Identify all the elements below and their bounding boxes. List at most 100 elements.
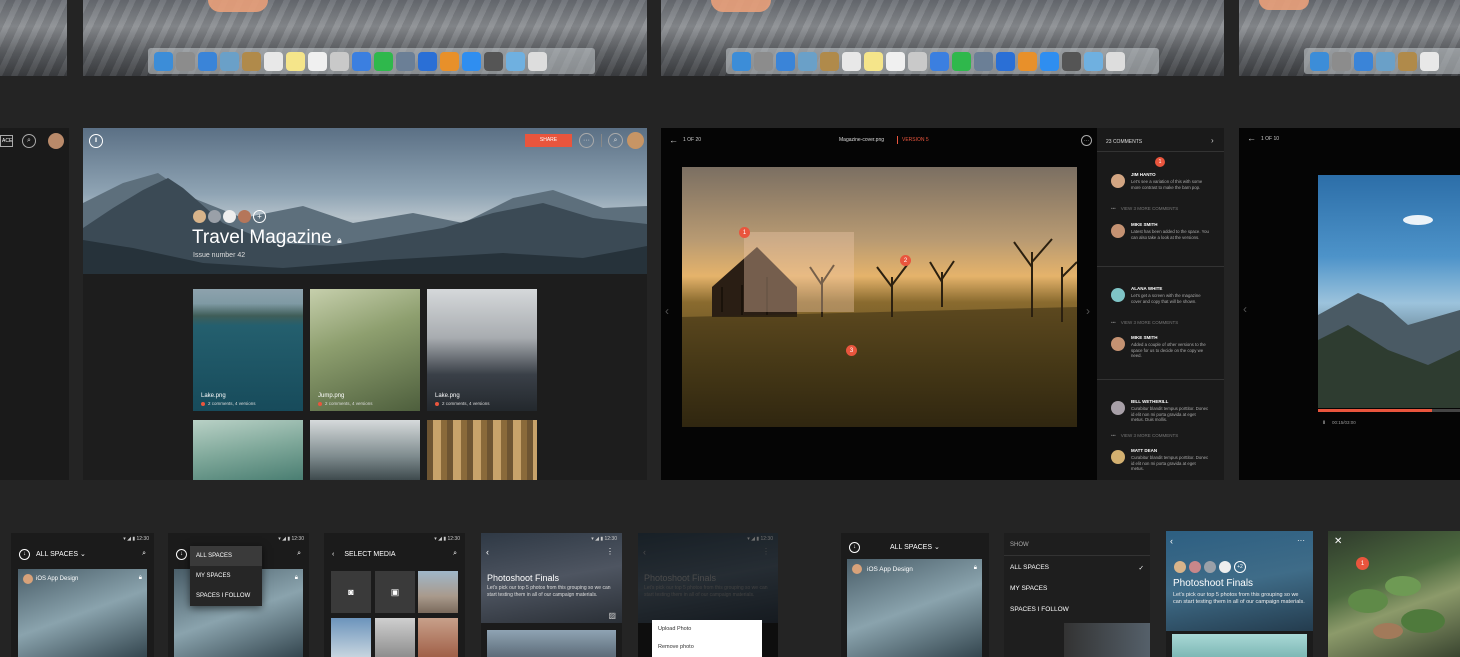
space-card[interactable]: iOS App Design 🔒︎ xyxy=(18,569,147,657)
dock-app-icon[interactable] xyxy=(1018,51,1037,71)
annotation-pin[interactable]: 1 xyxy=(1356,557,1369,570)
media-thumb[interactable] xyxy=(375,618,415,657)
download-icon[interactable]: ↓ xyxy=(849,541,860,553)
tile-lake-forest[interactable]: Lake.png 2 comments, 4 versions xyxy=(427,289,537,411)
dock-app-icon[interactable] xyxy=(952,51,971,71)
dock-app-icon[interactable] xyxy=(264,51,283,71)
dock-app-icon[interactable] xyxy=(820,51,839,71)
search-icon[interactable]: ⌕ xyxy=(22,134,36,148)
annotation-pin[interactable]: 2 xyxy=(900,255,911,266)
dock-app-icon[interactable] xyxy=(1376,51,1395,71)
add-image-icon[interactable]: ▨ xyxy=(608,611,616,620)
back-arrow-icon[interactable]: ← xyxy=(669,135,678,145)
view-more-comments[interactable]: ••• VIEW 3 MORE COMMENTS xyxy=(1111,206,1178,211)
dock-app-icon[interactable] xyxy=(418,51,437,71)
dock-app-icon[interactable] xyxy=(754,51,773,71)
dock-app-icon[interactable] xyxy=(396,51,415,71)
media-thumb[interactable] xyxy=(418,618,458,657)
menu-item-all-spaces[interactable]: ALL SPACES ✓ xyxy=(1010,564,1144,572)
prev-arrow-icon[interactable]: ‹ xyxy=(665,304,669,318)
more-collaborators-badge[interactable]: +2 xyxy=(1234,561,1246,573)
search-icon[interactable]: ⌕ xyxy=(297,550,301,558)
tile-cliff[interactable] xyxy=(193,420,303,480)
dock-app-icon[interactable] xyxy=(798,51,817,71)
camera-tile[interactable]: ◙ xyxy=(331,571,371,613)
dock-app-icon[interactable] xyxy=(242,51,261,71)
dock-app-icon[interactable] xyxy=(1310,51,1329,71)
menu-item-my-spaces[interactable]: MY SPACES xyxy=(1010,585,1047,592)
dock-app-icon[interactable] xyxy=(220,51,239,71)
spaces-dropdown[interactable]: ALL SPACES ⌄ xyxy=(36,550,86,558)
dock-app-icon[interactable] xyxy=(1332,51,1351,71)
menu-item-spaces-i-follow[interactable]: SPACES I FOLLOW xyxy=(1010,606,1069,613)
upload-photo-option[interactable]: Upload Photo xyxy=(652,620,762,632)
search-icon[interactable]: ⌕ xyxy=(608,133,623,148)
tile-pines[interactable] xyxy=(310,420,420,480)
dock-app-icon[interactable] xyxy=(930,51,949,71)
spaces-dropdown[interactable]: ALL SPACES ⌄ xyxy=(890,543,940,551)
dock-app-icon[interactable] xyxy=(352,51,371,71)
dock-app-icon[interactable] xyxy=(776,51,795,71)
back-icon[interactable]: ‹ xyxy=(1170,536,1173,546)
dock-app-icon[interactable] xyxy=(462,51,481,71)
media-thumb[interactable] xyxy=(331,618,371,657)
gallery-tile[interactable]: ▣ xyxy=(375,571,415,613)
download-icon[interactable]: ↓ xyxy=(19,548,30,560)
avatar[interactable] xyxy=(48,133,64,149)
version-link[interactable]: VERSION 5 xyxy=(902,137,929,143)
prev-arrow-icon[interactable]: ‹ xyxy=(1243,302,1247,316)
dock-app-icon[interactable] xyxy=(528,51,547,71)
dock-app-icon[interactable] xyxy=(440,51,459,71)
view-more-comments[interactable]: ••• VIEW 3 MORE COMMENTS xyxy=(1111,433,1178,438)
more-options-icon[interactable]: ··· xyxy=(1081,135,1092,146)
menu-item-spaces-i-follow[interactable]: SPACES I FOLLOW xyxy=(190,586,262,606)
dock-app-icon[interactable] xyxy=(996,51,1015,71)
back-icon[interactable]: ‹ xyxy=(332,551,334,558)
space-card[interactable]: iOS App Design 🔒︎ xyxy=(847,559,982,657)
chevron-right-icon[interactable]: › xyxy=(1211,136,1214,145)
dock-app-icon[interactable] xyxy=(286,51,305,71)
pause-icon[interactable]: Ⅱ xyxy=(1323,420,1325,426)
menu-item-all-spaces[interactable]: ALL SPACES xyxy=(190,546,262,566)
dock-app-icon[interactable] xyxy=(886,51,905,71)
search-icon[interactable]: ⌕ xyxy=(453,550,457,558)
close-icon[interactable]: ✕ xyxy=(1334,536,1342,547)
content-card[interactable] xyxy=(1172,634,1307,657)
tile-forest[interactable] xyxy=(427,420,537,480)
remove-photo-option[interactable]: Remove photo xyxy=(652,632,762,650)
dock-app-icon[interactable] xyxy=(1040,51,1059,71)
dock-app-icon[interactable] xyxy=(1420,51,1439,71)
annotation-pin[interactable]: 1 xyxy=(739,227,750,238)
dock-app-icon[interactable] xyxy=(330,51,349,71)
space-tag[interactable]: ACE xyxy=(0,135,13,147)
dock-app-icon[interactable] xyxy=(1084,51,1103,71)
dock-app-icon[interactable] xyxy=(308,51,327,71)
pause-button[interactable]: Ⅱ xyxy=(89,134,103,148)
next-arrow-icon[interactable]: › xyxy=(1086,304,1090,318)
dock-app-icon[interactable] xyxy=(1106,51,1125,71)
more-vert-icon[interactable]: ⋮ xyxy=(606,547,614,556)
dock-app-icon[interactable] xyxy=(1354,51,1373,71)
more-options-icon[interactable]: ··· xyxy=(579,133,594,148)
more-options-icon[interactable]: ··· xyxy=(1297,536,1305,545)
media-thumb[interactable] xyxy=(418,571,458,613)
tile-jump[interactable]: Jump.png 2 comments, 4 versions xyxy=(310,289,420,411)
tile-lake[interactable]: Lake.png 2 comments, 4 versions xyxy=(193,289,303,411)
annotation-region[interactable] xyxy=(744,232,854,312)
user-avatar[interactable] xyxy=(627,132,644,149)
add-collaborator-icon[interactable]: + xyxy=(253,210,266,223)
dock-app-icon[interactable] xyxy=(974,51,993,71)
menu-item-my-spaces[interactable]: MY SPACES xyxy=(190,566,262,586)
dock-app-icon[interactable] xyxy=(1398,51,1417,71)
download-icon[interactable]: ↓ xyxy=(176,548,187,560)
dock-app-icon[interactable] xyxy=(864,51,883,71)
dock-app-icon[interactable] xyxy=(484,51,503,71)
search-icon[interactable]: ⌕ xyxy=(142,550,146,558)
view-more-comments[interactable]: ••• VIEW 3 MORE COMMENTS xyxy=(1111,320,1178,325)
dock-app-icon[interactable] xyxy=(374,51,393,71)
annotation-pin[interactable]: 3 xyxy=(846,345,857,356)
dock-app-icon[interactable] xyxy=(1062,51,1081,71)
dock-app-icon[interactable] xyxy=(908,51,927,71)
content-card[interactable] xyxy=(487,630,616,657)
dock-app-icon[interactable] xyxy=(198,51,217,71)
